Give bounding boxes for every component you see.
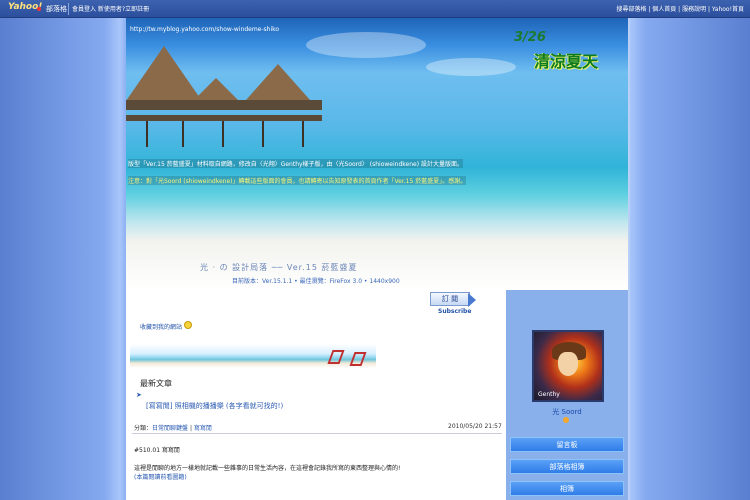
- banner-credit-line: 版型「Ver.15 菸藍盛夏」材料取自網路，修改自〈光翔〉Genthy樣子版，由…: [128, 159, 463, 168]
- login-register-links[interactable]: 會員登入 新使用者?立即註冊: [72, 4, 149, 13]
- avatar-face: [558, 352, 578, 376]
- cloud-decoration: [426, 58, 516, 76]
- latest-posts-heading: 最新文章: [140, 379, 172, 388]
- hut-post: [262, 121, 264, 147]
- arrow-right-icon: [468, 293, 476, 307]
- favorite-link[interactable]: 收藏到我的網站: [140, 322, 182, 331]
- sidebar: Genthy 光 Soord 留言板 部落格相簿 相簿: [506, 290, 628, 500]
- category-link[interactable]: 日常閒聊鍵盤: [152, 425, 188, 432]
- top-navigation-bar: Yahoo! 部落格 會員登入 新使用者?立即註冊 搜尋部落格 | 個人首頁 |…: [0, 0, 750, 18]
- post-bullet-icon: ➤: [136, 391, 142, 399]
- category-link-2[interactable]: 寫寫閒: [194, 425, 212, 432]
- blog-title: 光 · の 設計局落 ── Ver.15 菸藍盛夏: [200, 263, 358, 272]
- hut-post: [222, 121, 224, 147]
- topbar-right-links[interactable]: 搜尋部落格 | 個人首頁 | 服務說明 | Yahoo!首頁: [616, 4, 744, 13]
- post-timestamp: 2010/05/20 21:57: [448, 423, 502, 430]
- banner-slogan: 清涼夏天: [534, 52, 599, 71]
- hut-post: [302, 121, 304, 147]
- avatar-caption: Genthy: [538, 391, 560, 398]
- cloud-decoration: [306, 32, 426, 58]
- post-title[interactable]: 照相機的播播樂 (各字看就可找的!): [175, 402, 284, 410]
- post-excerpt: 這裡是閒聊的地方一樣地就記載一些雜事的日常生活內容，在這裡會記錄我所寫的東西整理…: [134, 465, 401, 472]
- divider: [132, 433, 502, 434]
- beach-chair: [327, 350, 345, 364]
- beach-divider-image: [130, 344, 376, 368]
- post-category-line: 分類：日常閒聊鍵盤 | 寫寫閒: [134, 423, 212, 432]
- banner-notice-line: 注意：對「光Soord (shioweindkene)」轉載這些版面的會員，也請…: [128, 176, 467, 185]
- topbar-divider: [68, 3, 69, 15]
- banner-url[interactable]: http://tw.myblog.yahoo.com/show-windeme-…: [130, 26, 279, 33]
- subscribe-widget[interactable]: 訂 閱 Subscribe: [430, 292, 476, 318]
- hut-post: [146, 121, 148, 147]
- beach-chair: [349, 352, 367, 366]
- badge-icon: [563, 417, 569, 423]
- avatar[interactable]: Genthy: [532, 330, 604, 402]
- album-button[interactable]: 部落格相簿: [510, 459, 624, 474]
- guestbook-button[interactable]: 留言板: [510, 437, 624, 452]
- content-area: 訂 閱 Subscribe 收藏到我的網站 最新文章 ➤ [寫寫閒] 照相機的播…: [126, 290, 506, 500]
- category-prefix: 分類：: [134, 425, 153, 432]
- blog-version-meta: 目前版本：Ver.15.1.1 • 最佳瀏覽：FireFox 3.0 • 144…: [232, 278, 400, 285]
- header-banner: http://tw.myblog.yahoo.com/show-windeme-…: [126, 18, 628, 290]
- walkway: [126, 115, 322, 121]
- author-name[interactable]: 光 Soord: [506, 407, 628, 417]
- subscribe-button[interactable]: 訂 閱: [430, 292, 470, 306]
- blog-brand-link[interactable]: 部落格: [46, 4, 67, 14]
- post-tag[interactable]: [寫寫閒]: [146, 402, 172, 410]
- photos-button[interactable]: 相簿: [510, 481, 624, 496]
- banner-date: 3/26: [514, 30, 546, 45]
- hut-post: [182, 121, 184, 147]
- read-more-link[interactable]: (本篇閱讀前看圖籍): [134, 472, 187, 481]
- hut-deck: [126, 100, 322, 110]
- post-heading: #510.01 寫寫閒: [134, 447, 180, 454]
- subscribe-label[interactable]: Subscribe: [438, 308, 471, 315]
- logo-dot-icon: [37, 7, 41, 11]
- smiley-icon: [184, 321, 192, 329]
- latest-post-link[interactable]: [寫寫閒] 照相機的播播樂 (各字看就可找的!): [146, 401, 283, 411]
